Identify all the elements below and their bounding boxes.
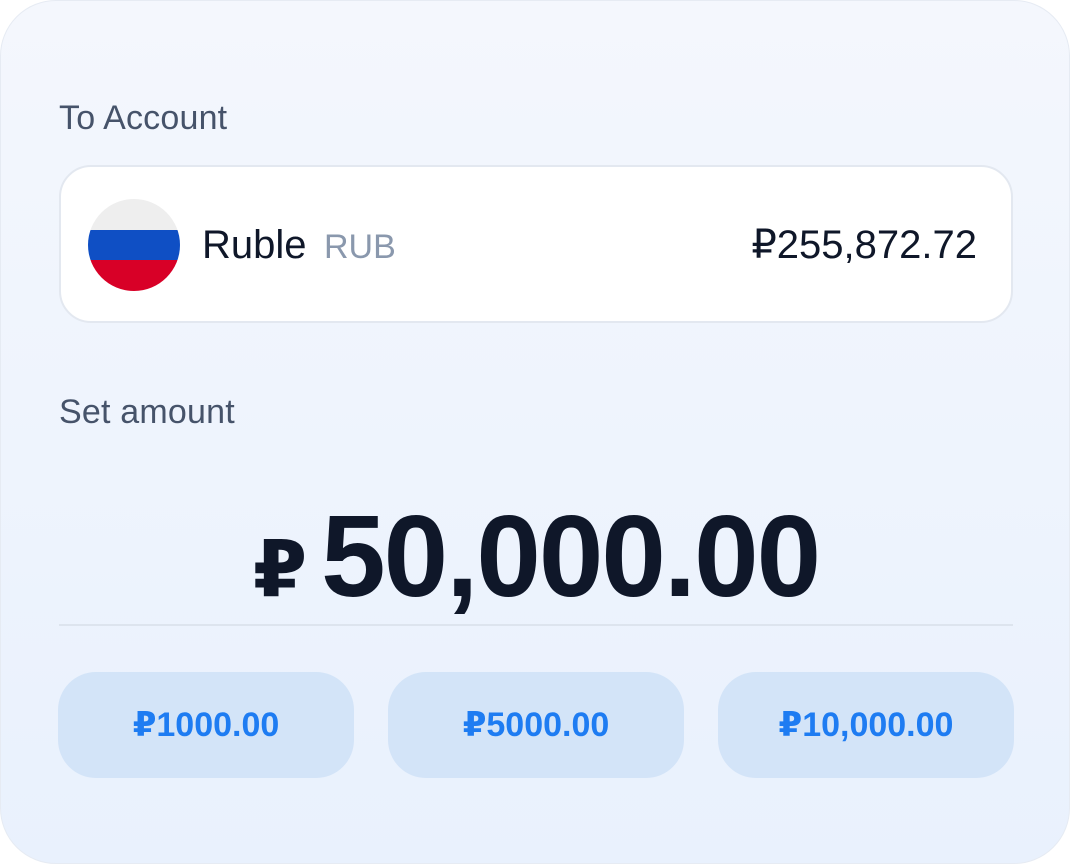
preset-amount-button-5000[interactable]: ₽5000.00 — [388, 672, 684, 778]
currency-name: Ruble — [202, 223, 307, 267]
transfer-card: To Account Ruble RUB ₽255,872.72 Set amo… — [0, 0, 1070, 864]
preset-amount-button-1000[interactable]: ₽1000.00 — [58, 672, 354, 778]
preset-amount-button-10000[interactable]: ₽10,000.00 — [718, 672, 1014, 778]
russia-flag-icon — [88, 199, 180, 291]
amount-divider — [59, 624, 1013, 626]
amount-currency-symbol: ₽ — [252, 525, 308, 613]
to-account-label: To Account — [59, 99, 228, 137]
amount-input[interactable]: ₽ 50,000.00 — [59, 489, 1013, 621]
account-selector[interactable]: Ruble RUB ₽255,872.72 — [59, 165, 1013, 323]
set-amount-label: Set amount — [59, 393, 235, 431]
currency-code: RUB — [324, 228, 396, 266]
amount-value: 50,000.00 — [321, 491, 821, 621]
account-balance: ₽255,872.72 — [751, 223, 977, 267]
